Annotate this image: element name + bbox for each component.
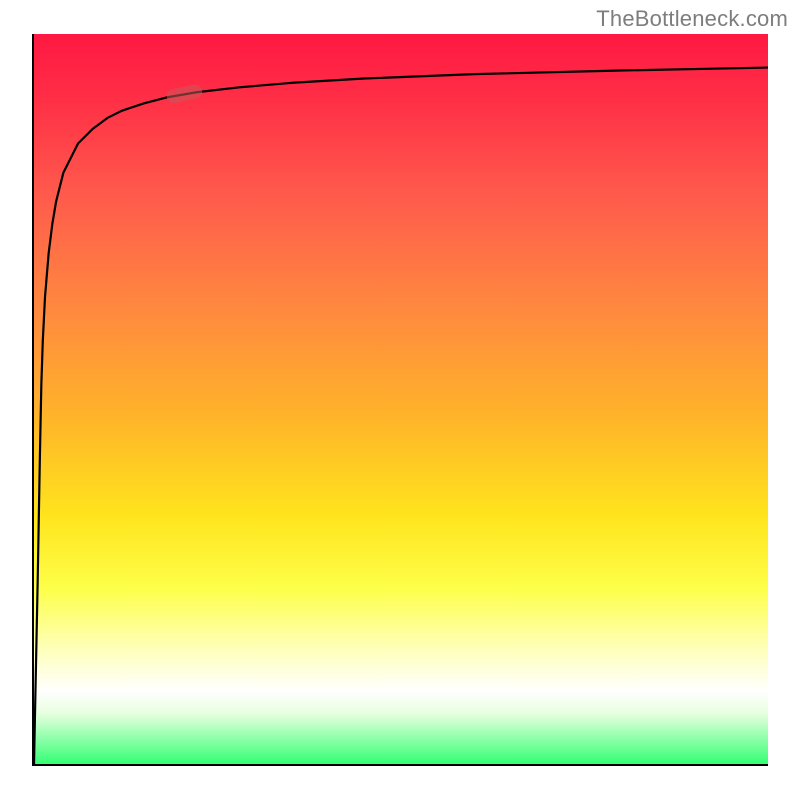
- chart-stage: TheBottleneck.com: [0, 0, 800, 800]
- watermark-text: TheBottleneck.com: [596, 6, 788, 32]
- plot-area: [32, 34, 768, 766]
- heat-gradient: [34, 34, 768, 764]
